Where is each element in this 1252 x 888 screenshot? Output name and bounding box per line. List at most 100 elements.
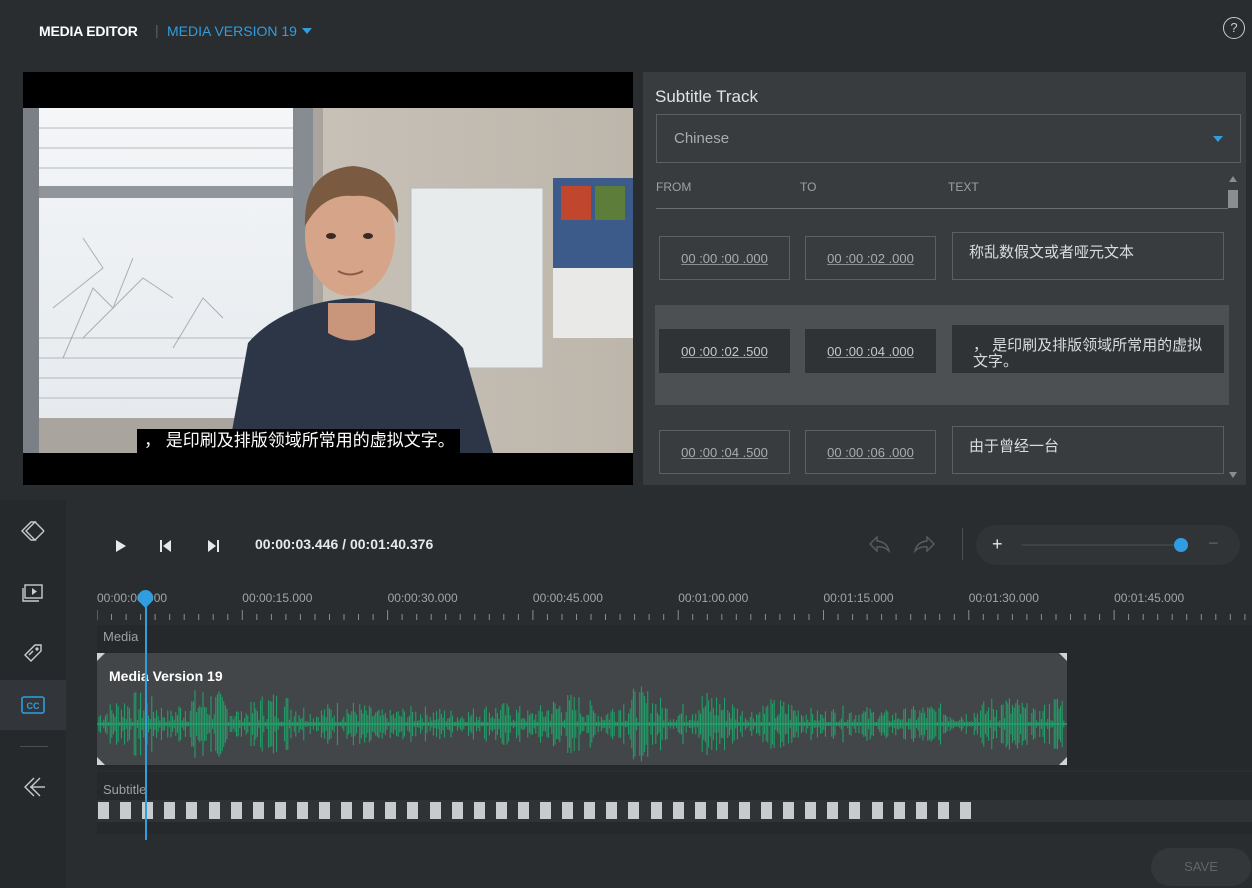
subtitle-block[interactable] xyxy=(562,802,574,819)
subtitle-row-active[interactable]: 00 :00 :02 .500 00 :00 :04 .000 ， 是印刷及排版… xyxy=(655,305,1229,405)
subtitle-block[interactable] xyxy=(252,802,264,819)
subtitle-block[interactable] xyxy=(186,802,198,819)
video-player[interactable]: ， 是印刷及排版领域所常用的虚拟文字。 xyxy=(23,72,633,485)
subtitle-block[interactable] xyxy=(429,802,441,819)
column-header-to: TO xyxy=(800,180,817,194)
clip-corner-handle[interactable] xyxy=(1059,653,1067,661)
subtitle-block[interactable] xyxy=(628,802,640,819)
subtitle-block[interactable] xyxy=(98,802,109,819)
subtitle-block[interactable] xyxy=(606,802,618,819)
subtitle-block[interactable] xyxy=(650,802,662,819)
subtitle-block[interactable] xyxy=(142,802,154,819)
media-clip[interactable]: Media Version 19 xyxy=(97,653,1067,765)
subtitle-scrollbar[interactable] xyxy=(1227,172,1239,482)
ruler-label: 00:01:00.000 xyxy=(678,591,749,605)
subtitle-block[interactable] xyxy=(341,802,353,819)
zoom-slider-track[interactable] xyxy=(1022,544,1188,546)
play-button[interactable] xyxy=(114,538,128,559)
zoom-in-button[interactable]: + xyxy=(992,534,1003,555)
subtitle-row[interactable]: 00 :00 :04 .500 00 :00 :06 .000 由于曾经一台 xyxy=(655,406,1229,506)
subtitle-block[interactable] xyxy=(761,802,772,819)
media-track: Media Media Version 19 xyxy=(97,625,1252,770)
to-time-input[interactable]: 00 :00 :04 .000 xyxy=(805,329,936,373)
subtitle-block[interactable] xyxy=(694,802,706,819)
subtitle-block[interactable] xyxy=(584,802,596,819)
scrollbar-thumb[interactable] xyxy=(1228,190,1238,208)
subtitle-block[interactable] xyxy=(827,802,839,819)
video-still xyxy=(23,108,633,453)
subtitle-block[interactable] xyxy=(893,802,905,819)
from-time-input[interactable]: 00 :00 :00 .000 xyxy=(659,236,790,280)
ruler-ticks xyxy=(97,610,1246,620)
subtitle-block[interactable] xyxy=(738,802,750,819)
tag-icon xyxy=(24,644,42,662)
timeline-panel: 00:00:03.446 / 00:01:40.376 + − 00:00:00… xyxy=(66,500,1252,888)
subtitle-block[interactable] xyxy=(805,802,817,819)
ruler-label: 00:00:45.000 xyxy=(532,591,603,605)
skip-back-icon xyxy=(160,540,171,552)
exit-button[interactable] xyxy=(0,762,66,812)
subtitle-block[interactable] xyxy=(208,802,220,819)
redo-button[interactable] xyxy=(912,534,936,559)
language-value: Chinese xyxy=(674,130,730,147)
clip-corner-handle[interactable] xyxy=(97,653,105,661)
collapse-icon xyxy=(21,521,45,541)
subtitle-block[interactable] xyxy=(915,802,927,819)
audio-waveform xyxy=(97,686,1067,762)
ruler-label: 00:00:00.000 xyxy=(97,591,168,605)
subtitle-row[interactable]: 00 :00 :00 .000 00 :00 :02 .000 称乱数假文或者哑… xyxy=(655,212,1229,312)
to-time-input[interactable]: 00 :00 :02 .000 xyxy=(805,236,936,280)
media-icon xyxy=(22,584,43,602)
help-button[interactable]: ? xyxy=(1223,17,1245,39)
subtitle-block[interactable] xyxy=(959,802,971,819)
subtitle-block[interactable] xyxy=(672,802,684,819)
to-time-input[interactable]: 00 :00 :06 .000 xyxy=(805,430,936,474)
zoom-slider-handle[interactable] xyxy=(1174,538,1189,552)
subtitle-block[interactable] xyxy=(120,802,132,819)
media-version-dropdown[interactable]: MEDIA VERSION 19 xyxy=(167,23,312,39)
previous-button[interactable] xyxy=(159,538,173,559)
subtitle-blocks xyxy=(97,800,1252,822)
scroll-down-icon[interactable] xyxy=(1229,472,1237,478)
media-button[interactable] xyxy=(0,568,66,618)
save-button[interactable]: SAVE xyxy=(1151,848,1251,886)
from-time-input[interactable]: 00 :00 :02 .500 xyxy=(659,329,790,373)
subtitle-block[interactable] xyxy=(871,802,883,819)
time-ruler[interactable]: 00:00:00.000 00:00:15.000 00:00:30.000 00:0… xyxy=(97,588,1252,628)
scroll-up-icon[interactable] xyxy=(1229,176,1237,182)
subtitle-block[interactable] xyxy=(296,802,308,819)
app-title: MEDIA EDITOR xyxy=(39,23,138,39)
tag-button[interactable] xyxy=(0,628,66,678)
subtitle-text-input[interactable]: 称乱数假文或者哑元文本 xyxy=(952,232,1224,280)
zoom-out-button[interactable]: − xyxy=(1208,533,1219,554)
from-time-input[interactable]: 00 :00 :04 .500 xyxy=(659,430,790,474)
zoom-control: + − xyxy=(976,525,1240,565)
undo-button[interactable] xyxy=(868,534,892,559)
subtitle-block[interactable] xyxy=(164,802,176,819)
subtitle-block[interactable] xyxy=(230,802,242,819)
subtitle-block[interactable] xyxy=(540,802,551,819)
playhead[interactable] xyxy=(145,602,147,840)
subtitle-block[interactable] xyxy=(385,802,397,819)
subtitle-block[interactable] xyxy=(274,802,286,819)
ruler-label: 00:01:15.000 xyxy=(823,591,894,605)
subtitle-block[interactable] xyxy=(407,802,419,819)
subtitle-text-input[interactable]: ， 是印刷及排版领域所常用的虚拟文字。 xyxy=(952,325,1224,373)
subtitle-block[interactable] xyxy=(473,802,485,819)
subtitle-block[interactable] xyxy=(319,802,330,819)
subtitle-block[interactable] xyxy=(783,802,795,819)
subtitle-block[interactable] xyxy=(849,802,861,819)
subtitle-text-input[interactable]: 由于曾经一台 xyxy=(952,426,1224,474)
collapse-button[interactable] xyxy=(0,506,66,556)
subtitle-block[interactable] xyxy=(363,802,375,819)
subtitle-block[interactable] xyxy=(495,802,507,819)
subtitle-block[interactable] xyxy=(937,802,949,819)
next-button[interactable] xyxy=(206,538,220,559)
exit-icon xyxy=(24,777,45,797)
captions-button[interactable]: CC xyxy=(0,680,66,730)
subtitle-block[interactable] xyxy=(716,802,728,819)
subtitle-track: Subtitle xyxy=(97,772,1252,834)
subtitle-block[interactable] xyxy=(517,802,529,819)
language-select[interactable]: Chinese xyxy=(656,114,1241,163)
subtitle-block[interactable] xyxy=(451,802,463,819)
